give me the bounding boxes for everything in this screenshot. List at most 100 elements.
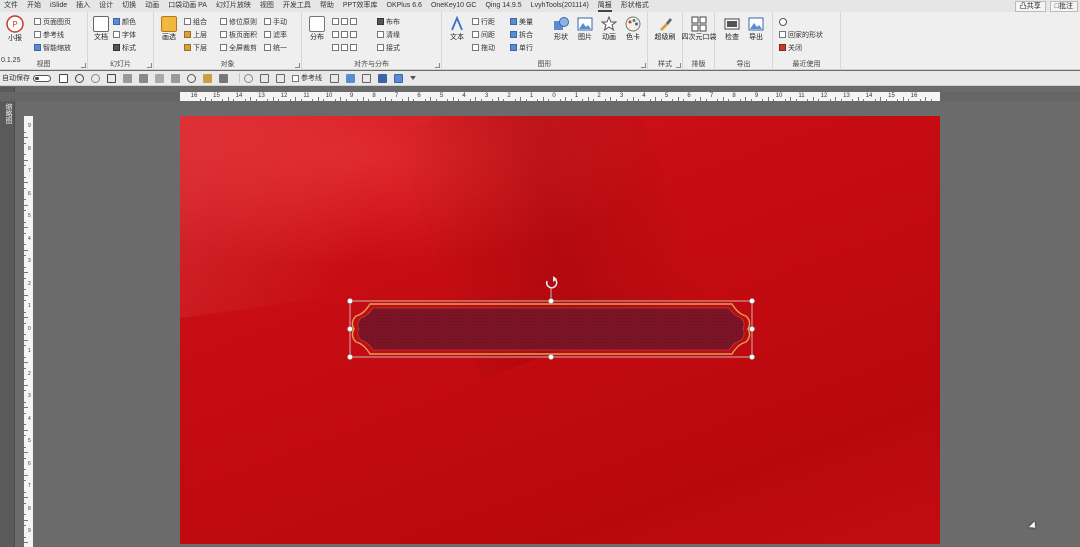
customize-toolbar-icon[interactable] bbox=[410, 76, 416, 80]
menu-tab-17[interactable]: 简报 bbox=[597, 0, 621, 12]
menu-tab-15[interactable]: Qing 14.9.5 bbox=[485, 0, 530, 12]
crop-icon[interactable] bbox=[260, 73, 269, 83]
check-button[interactable]: 检查 bbox=[719, 16, 745, 42]
handle-top-right[interactable] bbox=[749, 298, 755, 304]
menu-tab-9[interactable]: 视图 bbox=[260, 0, 283, 12]
export-button[interactable]: 导出 bbox=[743, 16, 769, 42]
slide-item-style[interactable]: 标式 bbox=[113, 43, 136, 52]
dialog-launcher-icon[interactable] bbox=[676, 63, 681, 68]
handle-top-left[interactable] bbox=[347, 298, 353, 304]
recent-close-item[interactable]: 关闭 bbox=[779, 43, 802, 52]
redo-icon[interactable] bbox=[91, 73, 100, 83]
distribute-icon[interactable] bbox=[139, 73, 148, 83]
guides-checkbox[interactable]: 参考线 bbox=[292, 73, 322, 83]
object-up-item[interactable]: 上层 bbox=[184, 30, 207, 39]
slide-item-color[interactable]: 颜色 bbox=[113, 17, 136, 26]
slide-item-font[interactable]: 字体 bbox=[113, 30, 136, 39]
picture-button[interactable]: 图片 bbox=[572, 16, 598, 42]
menu-tab-2[interactable]: iSlide bbox=[50, 0, 76, 12]
menu-tab-3[interactable]: 插入 bbox=[76, 0, 99, 12]
menu-tab-10[interactable]: 开发工具 bbox=[283, 0, 320, 12]
menu-tab-13[interactable]: OKPlus 6.6 bbox=[387, 0, 431, 12]
object-area-item[interactable]: 板页面积 bbox=[220, 30, 257, 39]
object-down-item[interactable]: 下层 bbox=[184, 43, 207, 52]
menu-tab-8[interactable]: 幻灯片放映 bbox=[216, 0, 260, 12]
autosave-toggle[interactable] bbox=[33, 74, 51, 82]
align-clear-item[interactable]: 清缘 bbox=[377, 30, 400, 39]
align-icons-row-2[interactable] bbox=[332, 30, 359, 39]
super-brush-button[interactable]: 超级刷 bbox=[652, 16, 678, 42]
object-manual-item[interactable]: 手动 bbox=[264, 17, 287, 26]
theme-color-icon[interactable] bbox=[394, 73, 403, 83]
document-button[interactable]: 文档 bbox=[88, 16, 114, 42]
bring-front-icon[interactable] bbox=[276, 73, 285, 83]
align-icons-row-1[interactable] bbox=[332, 17, 359, 26]
handle-top[interactable] bbox=[548, 298, 554, 304]
char-spacing-item[interactable]: 间距 bbox=[472, 30, 495, 39]
circle-icon[interactable] bbox=[244, 73, 253, 83]
beauty-item[interactable]: 美量 bbox=[510, 17, 533, 26]
menu-tab-14[interactable]: OneKey10 GC bbox=[431, 0, 486, 12]
slide-canvas[interactable] bbox=[180, 116, 940, 544]
handle-left[interactable] bbox=[347, 326, 353, 332]
align-icon[interactable] bbox=[123, 73, 132, 83]
menu-tab-5[interactable]: 切换 bbox=[122, 0, 145, 12]
handle-right[interactable] bbox=[749, 326, 755, 332]
view-item-guides[interactable]: 参考线 bbox=[34, 30, 64, 39]
object-crop-item[interactable]: 全屏裁剪 bbox=[220, 43, 257, 52]
handle-bottom-right[interactable] bbox=[749, 354, 755, 360]
grid-icon[interactable] bbox=[330, 73, 339, 83]
menu-tab-1[interactable]: 开始 bbox=[27, 0, 50, 12]
handle-bottom-left[interactable] bbox=[347, 354, 353, 360]
shape-button[interactable]: 形状 bbox=[548, 16, 574, 42]
start-slideshow-icon[interactable] bbox=[107, 73, 116, 83]
rotate-icon[interactable] bbox=[155, 73, 164, 83]
animation-button[interactable]: 动画 bbox=[596, 16, 622, 42]
menu-tab-4[interactable]: 设计 bbox=[99, 0, 122, 12]
line-spacing-item[interactable]: 行距 bbox=[472, 17, 495, 26]
menu-tab-0[interactable]: 文件 bbox=[4, 0, 27, 12]
text-button[interactable]: 文本 bbox=[444, 16, 470, 42]
align-icons-row-3[interactable] bbox=[332, 43, 359, 52]
format-painter-icon[interactable] bbox=[203, 73, 212, 83]
drag-item[interactable]: 拖动 bbox=[472, 43, 495, 52]
handle-bottom[interactable] bbox=[548, 354, 554, 360]
undo-icon[interactable] bbox=[75, 73, 84, 83]
view-item-page[interactable]: 页面图页 bbox=[34, 17, 71, 26]
pocket-button[interactable]: 四次元口袋 bbox=[682, 16, 717, 42]
dialog-launcher-icon[interactable] bbox=[295, 63, 300, 68]
share-button[interactable]: 凸共享 bbox=[1014, 0, 1046, 12]
chart-icon[interactable] bbox=[378, 73, 387, 83]
menu-tab-11[interactable]: 帮助 bbox=[320, 0, 343, 12]
object-filter-item[interactable]: 滤率 bbox=[264, 30, 287, 39]
dialog-launcher-icon[interactable] bbox=[641, 63, 646, 68]
xiaobao-button[interactable]: P 小报 bbox=[2, 15, 28, 43]
menu-tab-12[interactable]: PPT效率库 bbox=[343, 0, 387, 12]
flip-icon[interactable] bbox=[171, 73, 180, 83]
save-icon[interactable] bbox=[59, 73, 68, 83]
picture-format-icon[interactable] bbox=[362, 73, 371, 83]
rotate-handle-icon[interactable] bbox=[545, 276, 558, 289]
dialog-launcher-icon[interactable] bbox=[81, 63, 86, 68]
split-merge-item[interactable]: 拆合 bbox=[510, 30, 533, 39]
align-style-item[interactable]: 接式 bbox=[377, 43, 400, 52]
menu-tab-6[interactable]: 动画 bbox=[145, 0, 168, 12]
dialog-launcher-icon[interactable] bbox=[435, 63, 440, 68]
group-objects-icon[interactable] bbox=[219, 73, 228, 83]
view-item-zoom[interactable]: 智能缩放 bbox=[34, 43, 71, 52]
shape-outline-icon[interactable] bbox=[187, 73, 196, 83]
recent-shape-item[interactable]: 回家的形状 bbox=[779, 30, 823, 39]
menu-tab-7[interactable]: 口袋动画 PA bbox=[168, 0, 216, 12]
align-layout-item[interactable]: 布布 bbox=[377, 17, 400, 26]
object-unify-item[interactable]: 统一 bbox=[264, 43, 287, 52]
select-button[interactable]: 画选 bbox=[156, 16, 182, 42]
object-group-item[interactable]: 组合 bbox=[184, 17, 207, 26]
menu-tab-18[interactable]: 形状格式 bbox=[621, 0, 658, 12]
distribute-button[interactable]: 分布 bbox=[304, 16, 330, 42]
recent-smile-item[interactable] bbox=[779, 17, 787, 26]
menu-tab-16[interactable]: LvyhTools(201114) bbox=[531, 0, 598, 12]
fill-color-icon[interactable] bbox=[346, 73, 355, 83]
dialog-launcher-icon[interactable] bbox=[147, 63, 152, 68]
object-position-item[interactable]: 修位原则 bbox=[220, 17, 257, 26]
color-card-button[interactable]: 色卡 bbox=[620, 16, 646, 42]
